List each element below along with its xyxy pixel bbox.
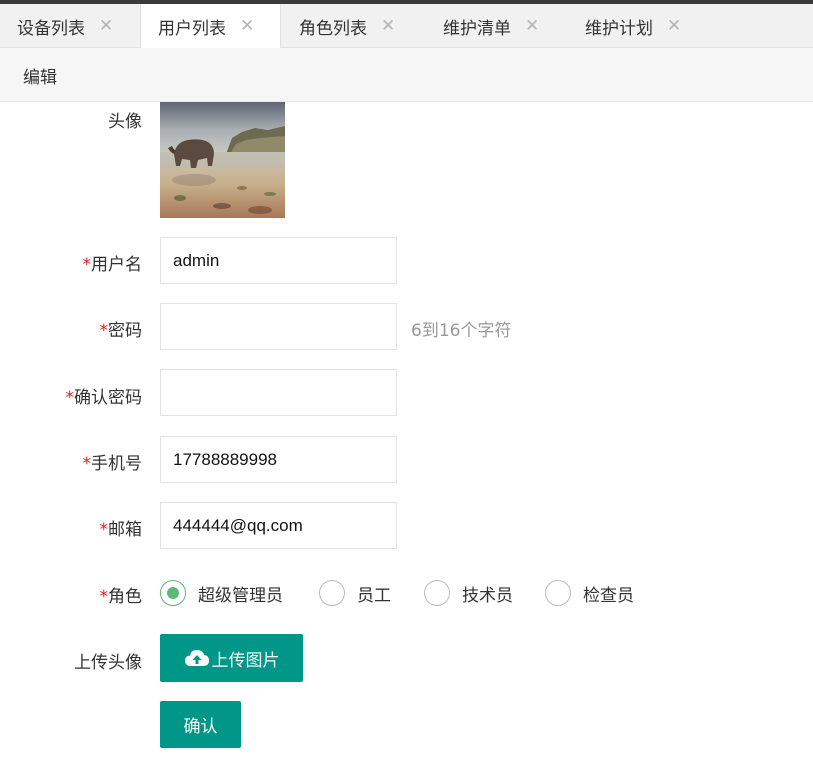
tab-user-list[interactable]: 用户列表 ✕ — [140, 4, 281, 49]
upload-image-button[interactable]: 上传图片 — [160, 634, 303, 682]
username-label: *用户名 — [82, 255, 143, 275]
role-option-technician[interactable]: 技术员 — [424, 579, 513, 607]
tab-label: 用户列表 — [158, 19, 226, 39]
email-input[interactable] — [160, 502, 397, 549]
tab-bar: 设备列表 ✕ 用户列表 ✕ 角色列表 ✕ 维护清单 ✕ 维护计划 ✕ — [0, 4, 813, 49]
role-option-employee[interactable]: 员工 — [319, 579, 391, 607]
role-label: *角色 — [99, 587, 143, 607]
tab-device-list[interactable]: 设备列表 ✕ — [0, 4, 140, 48]
role-option-label: 超级管理员 — [198, 585, 283, 606]
cloud-upload-icon — [184, 650, 209, 666]
tab-role-list[interactable]: 角色列表 ✕ — [281, 4, 423, 48]
page-title: 编辑 — [23, 68, 57, 88]
confirm-password-input[interactable] — [160, 369, 397, 416]
radio-checked-icon — [160, 580, 186, 606]
password-input[interactable] — [160, 303, 397, 350]
confirm-password-label: *确认密码 — [65, 388, 143, 408]
page-header: 编辑 — [0, 48, 813, 102]
close-icon[interactable]: ✕ — [240, 18, 254, 35]
avatar-image — [160, 102, 285, 218]
close-icon[interactable]: ✕ — [667, 17, 681, 35]
role-option-inspector[interactable]: 检查员 — [545, 579, 634, 607]
tab-maintenance-list[interactable]: 维护清单 ✕ — [423, 4, 565, 48]
tab-label: 角色列表 — [299, 18, 367, 39]
required-mark: * — [99, 321, 109, 341]
radio-unchecked-icon — [319, 580, 345, 606]
role-option-label: 技术员 — [462, 585, 513, 606]
radio-unchecked-icon — [545, 580, 571, 606]
radio-unchecked-icon — [424, 580, 450, 606]
required-mark: * — [82, 255, 92, 275]
username-input[interactable] — [160, 237, 397, 284]
role-option-label: 员工 — [357, 585, 391, 606]
role-radio-group: 超级管理员 员工 技术员 检查员 — [160, 579, 680, 607]
email-label: *邮箱 — [99, 520, 143, 540]
upload-button-label: 上传图片 — [211, 650, 280, 671]
rhino-beach-photo — [160, 102, 285, 218]
close-icon[interactable]: ✕ — [99, 17, 113, 35]
required-mark: * — [99, 587, 109, 607]
password-label: *密码 — [99, 321, 143, 341]
required-mark: * — [82, 454, 92, 474]
role-option-super-admin[interactable]: 超级管理员 — [160, 579, 283, 607]
close-icon[interactable]: ✕ — [381, 17, 395, 35]
phone-input[interactable] — [160, 436, 397, 483]
tab-maintenance-plan[interactable]: 维护计划 ✕ — [565, 4, 707, 48]
password-hint: 6到16个字符 — [411, 321, 512, 341]
required-mark: * — [65, 388, 75, 408]
avatar-label: 头像 — [108, 112, 142, 132]
tab-label: 维护计划 — [585, 18, 653, 39]
phone-label: *手机号 — [82, 454, 143, 474]
confirm-button[interactable]: 确认 — [160, 701, 241, 748]
required-mark: * — [99, 520, 109, 540]
close-icon[interactable]: ✕ — [525, 17, 539, 35]
tab-label: 设备列表 — [17, 18, 85, 39]
role-option-label: 检查员 — [583, 585, 634, 606]
tab-label: 维护清单 — [443, 18, 511, 39]
upload-avatar-label: 上传头像 — [74, 653, 142, 673]
